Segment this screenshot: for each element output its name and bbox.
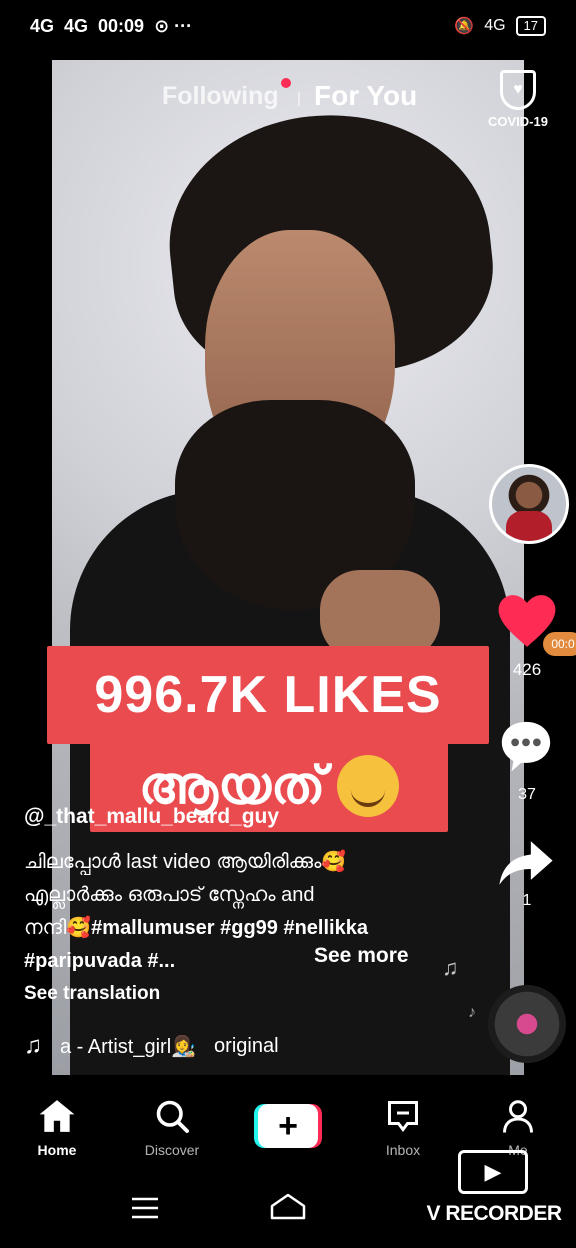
tab-divider xyxy=(298,92,300,106)
clock: 00:09 xyxy=(98,16,145,36)
likes-banner-text: 996.7K LIKES xyxy=(94,666,442,724)
caption-line-3: നന്ദി🥰#mallumuser #gg99 #nellikka xyxy=(24,912,424,945)
network-4g: 4G xyxy=(484,17,506,34)
nav-me[interactable]: Me xyxy=(468,1096,568,1158)
caption-line-2: എല്ലാർക്കും ഒരുപാട് സ്നേഹം and xyxy=(24,884,315,906)
status-bar: 4G 4G 00:09 ⊙ ··· 🔕 4G 17 xyxy=(0,0,576,58)
nav-home[interactable]: Home xyxy=(7,1096,107,1158)
smiling-hearts-emoji-icon xyxy=(337,755,400,817)
sound-info[interactable]: ♫ a - Artist_girl👩‍🎨 original xyxy=(24,1032,279,1060)
signal-4g-2: 4G xyxy=(64,16,89,36)
comment-icon[interactable] xyxy=(497,717,555,775)
likes-banner: 996.7K LIKES xyxy=(47,646,489,744)
tab-following[interactable]: Following xyxy=(162,82,279,111)
nav-discover[interactable]: Discover xyxy=(122,1096,222,1158)
avatar-shirt xyxy=(506,511,552,541)
sound-title: a - Artist_girl👩‍🎨 xyxy=(60,1035,197,1058)
comment-count: 37 xyxy=(518,786,536,803)
profile-icon xyxy=(468,1096,568,1136)
music-note-float-small-icon: ♪ xyxy=(468,1004,476,1021)
home-system-icon[interactable] xyxy=(268,1192,308,1222)
see-more-link[interactable]: See more xyxy=(314,944,409,968)
covid-info-button[interactable]: ♥ COVID-19 xyxy=(474,70,562,129)
video-camera-icon: ▶ xyxy=(458,1150,528,1194)
music-note-float-icon: ♫ xyxy=(442,955,459,980)
tab-for-you[interactable]: For You xyxy=(314,80,417,112)
creator-username[interactable]: @_that_mallu_beard_guy xyxy=(24,805,279,829)
recorder-label: V RECORDER xyxy=(426,1202,562,1225)
status-right: 🔕 4G 17 xyxy=(454,16,546,36)
create-video-button[interactable]: + xyxy=(254,1104,322,1148)
plus-icon: + xyxy=(258,1104,318,1148)
caption-line-3-prefix: നന്ദി🥰 xyxy=(24,917,92,939)
nav-discover-label: Discover xyxy=(144,1142,200,1158)
like-count: 426 xyxy=(512,660,542,679)
sound-original: original xyxy=(214,1034,279,1057)
share-arrow-icon[interactable] xyxy=(497,838,555,888)
nav-inbox[interactable]: Inbox xyxy=(353,1096,453,1158)
creator-avatar[interactable] xyxy=(489,464,569,544)
status-left: 4G 4G 00:09 ⊙ ··· xyxy=(30,16,192,37)
search-icon xyxy=(122,1096,222,1136)
caption-hashtags[interactable]: #mallumuser #gg99 #nellikka xyxy=(91,917,368,939)
nav-home-label: Home xyxy=(37,1142,77,1158)
shield-heart-icon: ♥ xyxy=(500,70,536,110)
sound-disc-button[interactable] xyxy=(488,985,566,1063)
menu-icon[interactable] xyxy=(130,1196,160,1220)
screen-recorder-overlay[interactable]: ▶ V RECORDER xyxy=(424,1150,564,1226)
caption-line-1: ചിലപ്പോൾ last video ആയിരിക്കും🥰 xyxy=(24,851,347,873)
music-note-icon: ♫ xyxy=(24,1032,42,1059)
home-icon xyxy=(7,1096,107,1136)
inbox-icon xyxy=(353,1096,453,1136)
signal-4g-1: 4G xyxy=(30,16,55,36)
timer-badge: 00:0 xyxy=(543,632,576,656)
see-translation-link[interactable]: See translation xyxy=(24,983,160,1005)
share-count: 1 xyxy=(522,892,532,909)
covid-label: COVID-19 xyxy=(488,114,548,129)
mute-icon: 🔕 xyxy=(454,18,475,35)
battery-indicator: 17 xyxy=(515,16,546,36)
status-extras: ⊙ ··· xyxy=(154,16,193,36)
following-notification-dot xyxy=(281,78,291,88)
